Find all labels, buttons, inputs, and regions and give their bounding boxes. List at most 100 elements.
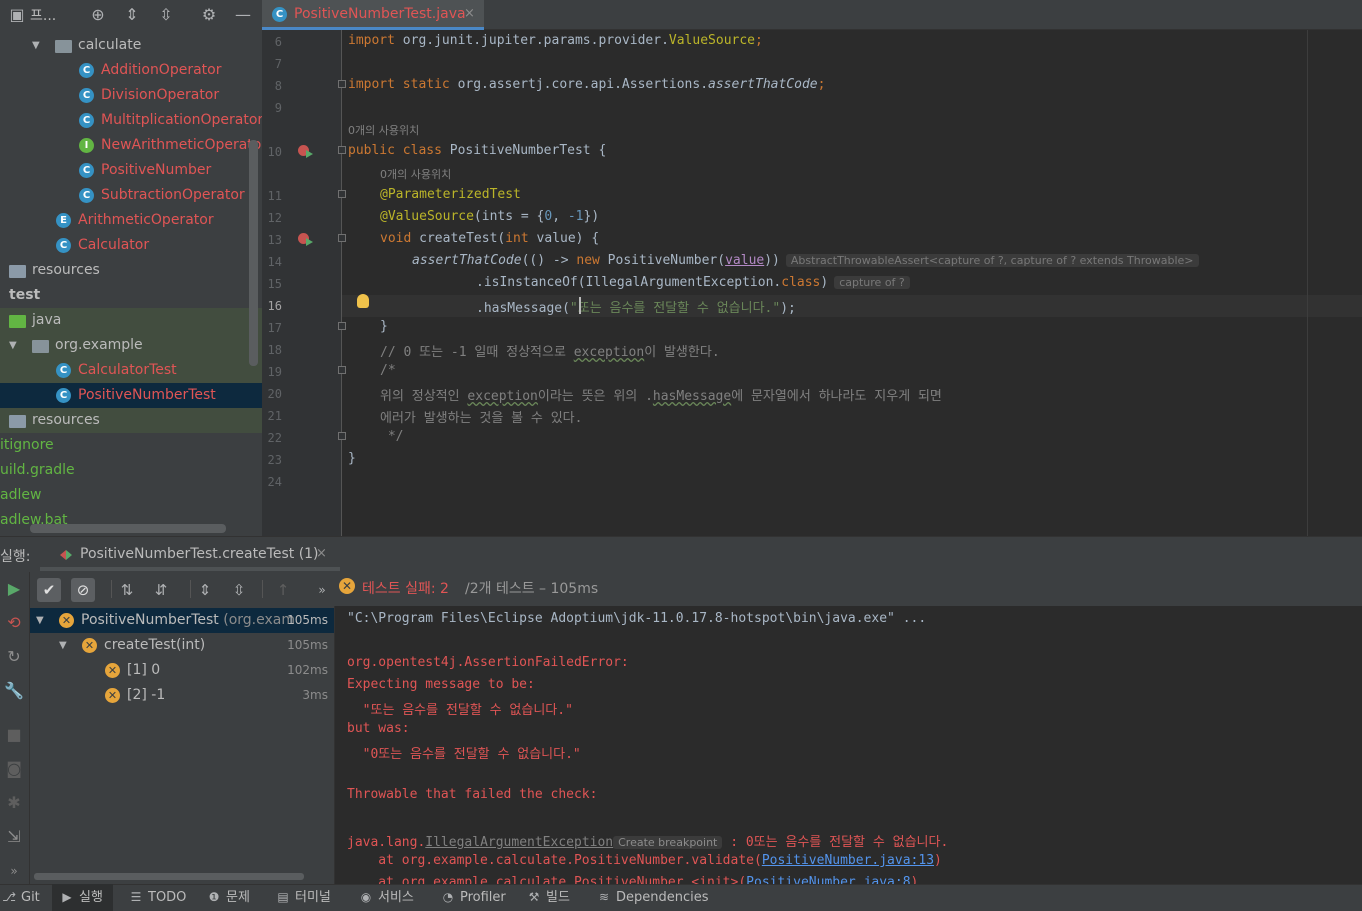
- chevron-down-icon[interactable]: ▼: [9, 333, 17, 358]
- test-duration: 3ms: [302, 688, 328, 702]
- test-class-icon: C: [56, 388, 71, 403]
- close-icon[interactable]: ×: [316, 546, 327, 561]
- project-view-icon[interactable]: ▣: [6, 4, 28, 26]
- tool-problems[interactable]: ❶ 문제: [207, 884, 250, 911]
- tool-todo[interactable]: ☰ TODO: [129, 884, 187, 911]
- fold-marker-icon[interactable]: [338, 190, 346, 198]
- close-icon[interactable]: ×: [464, 6, 475, 21]
- tree-item-label: DivisionOperator: [101, 87, 220, 103]
- tool-dependencies[interactable]: ≋ Dependencies: [597, 884, 709, 911]
- tree-item-calculator[interactable]: C Calculator: [0, 233, 262, 258]
- rerun-failed-icon[interactable]: ⟲: [3, 612, 25, 634]
- fold-marker-icon[interactable]: [338, 322, 346, 330]
- chevron-down-icon[interactable]: ▼: [59, 633, 67, 658]
- gear-icon[interactable]: ⚙: [198, 4, 220, 26]
- tree-item-org-example[interactable]: ▼ org.example: [0, 333, 262, 358]
- exception-link[interactable]: IllegalArgumentException: [425, 835, 613, 850]
- collapse-all-icon[interactable]: ⇳: [155, 4, 177, 26]
- line-number: 7: [274, 57, 282, 71]
- project-horizontal-scrollbar[interactable]: [30, 524, 226, 533]
- play-icon: ▶: [62, 890, 72, 904]
- tree-item-positive-number[interactable]: C PositiveNumber: [0, 158, 262, 183]
- project-vertical-scrollbar[interactable]: [249, 140, 258, 366]
- chevron-down-icon[interactable]: ▼: [32, 33, 40, 58]
- usage-hint[interactable]: 0개의 사용위치: [380, 166, 451, 182]
- fold-marker-icon[interactable]: [338, 432, 346, 440]
- usage-hint[interactable]: 0개의 사용위치: [348, 122, 419, 138]
- wrench-icon[interactable]: 🔧: [3, 680, 25, 702]
- fold-marker-icon[interactable]: [338, 146, 346, 154]
- sort-by-duration-icon[interactable]: ⇵: [149, 578, 173, 602]
- tree-item-addition-operator[interactable]: C AdditionOperator: [0, 58, 262, 83]
- tree-item-multiplication-operator[interactable]: C MultitplicationOperator: [0, 108, 262, 133]
- tree-item-java[interactable]: java: [0, 308, 262, 333]
- tree-item-new-arithmetic-operator[interactable]: I NewArithmeticOperator: [0, 133, 262, 158]
- test-tree-scrollbar[interactable]: [34, 873, 304, 880]
- tree-item-test[interactable]: test: [0, 283, 262, 308]
- tool-services[interactable]: ◉ 서비스: [359, 884, 414, 911]
- test-node-case[interactable]: ✕ [2] -1 3ms: [30, 683, 334, 708]
- tool-git[interactable]: ⎇ Git: [2, 884, 40, 911]
- tree-item-build-gradle[interactable]: uild.gradle: [0, 458, 262, 483]
- source-link[interactable]: PositiveNumber.java:13: [762, 853, 934, 868]
- tree-item-division-operator[interactable]: C DivisionOperator: [0, 83, 262, 108]
- tree-item-gradlew[interactable]: adlew: [0, 483, 262, 508]
- tree-item-arithmetic-operator[interactable]: E ArithmeticOperator: [0, 208, 262, 233]
- tree-item-resources-main[interactable]: resources: [0, 258, 262, 283]
- sort-alphabetically-icon[interactable]: ⇅: [115, 578, 139, 602]
- rerun-icon[interactable]: ▶: [3, 578, 25, 600]
- test-node-case[interactable]: ✕ [1] 0 102ms: [30, 658, 334, 683]
- hammer-icon: ⚒: [528, 890, 540, 904]
- toggle-auto-test-icon[interactable]: ↻: [3, 646, 25, 668]
- expand-all-icon[interactable]: ⇕: [193, 578, 217, 602]
- run-test-method-icon[interactable]: [298, 233, 314, 249]
- lightbulb-icon[interactable]: [357, 294, 369, 308]
- test-node-class[interactable]: ▼ ✕ PositiveNumberTest (org.exam 105ms: [30, 608, 334, 633]
- test-node-method[interactable]: ▼ ✕ createTest(int) 105ms: [30, 633, 334, 658]
- more-icon[interactable]: »: [3, 860, 25, 882]
- tree-item-subtraction-operator[interactable]: C SubtractionOperator: [0, 183, 262, 208]
- tool-build[interactable]: ⚒ 빌드: [527, 884, 570, 911]
- tree-item-calculate[interactable]: ▼ calculate: [0, 33, 262, 58]
- tree-item-label: org.example: [55, 337, 143, 353]
- exit-icon[interactable]: ⇲: [3, 826, 25, 848]
- fold-marker-icon[interactable]: [338, 234, 346, 242]
- package-icon: [55, 40, 72, 53]
- project-panel-title[interactable]: 프...: [30, 5, 56, 25]
- line-number: 24: [267, 475, 282, 489]
- tree-item-resources-test[interactable]: resources: [0, 408, 262, 433]
- code-line-19: /*: [380, 363, 396, 378]
- hide-panel-icon[interactable]: —: [232, 4, 254, 26]
- show-ignored-icon[interactable]: ⊘: [71, 578, 95, 602]
- create-breakpoint-button[interactable]: Create breakpoint: [613, 836, 723, 849]
- show-passed-icon[interactable]: ✔: [37, 578, 61, 602]
- tree-item-gitignore[interactable]: itignore: [0, 433, 262, 458]
- fold-marker-icon[interactable]: [338, 80, 346, 88]
- select-opened-file-icon[interactable]: ⊕: [87, 4, 109, 26]
- git-icon: ⎇: [2, 890, 16, 904]
- chevron-down-icon[interactable]: ▼: [36, 608, 44, 633]
- previous-failed-icon[interactable]: ↑: [271, 578, 295, 602]
- tool-run[interactable]: ▶ 실행: [52, 884, 113, 911]
- tab-positive-number-test[interactable]: C PositiveNumberTest.java ×: [262, 0, 484, 30]
- tree-item-label: resources: [32, 412, 100, 428]
- project-toolbar: ▣ 프... ⊕ ⇕ ⇳ ⚙ —: [0, 0, 262, 30]
- tree-item-positive-number-test[interactable]: C PositiveNumberTest: [0, 383, 262, 408]
- collapse-all-icon[interactable]: ⇳: [227, 578, 251, 602]
- debug-icon[interactable]: ✱: [3, 792, 25, 814]
- camera-icon[interactable]: ◙: [3, 758, 25, 780]
- tree-item-label: test: [9, 287, 41, 303]
- test-node-name: [1] 0: [127, 662, 161, 678]
- test-node-package: (org.exam: [218, 612, 295, 628]
- fold-marker-icon[interactable]: [338, 366, 346, 374]
- run-tab-label[interactable]: PositiveNumberTest.createTest (1): [80, 546, 319, 562]
- tree-item-label: PositiveNumberTest: [78, 387, 216, 403]
- expand-all-icon[interactable]: ⇕: [121, 4, 143, 26]
- run-test-class-icon[interactable]: [298, 145, 314, 161]
- stop-icon[interactable]: ■: [3, 724, 25, 746]
- tree-item-calculator-test[interactable]: C CalculatorTest: [0, 358, 262, 383]
- tool-terminal[interactable]: ▤ 터미널: [276, 884, 331, 911]
- more-icon[interactable]: »: [310, 578, 334, 602]
- console-line: but was:: [347, 721, 410, 736]
- tool-profiler[interactable]: ◔ Profiler: [441, 884, 506, 911]
